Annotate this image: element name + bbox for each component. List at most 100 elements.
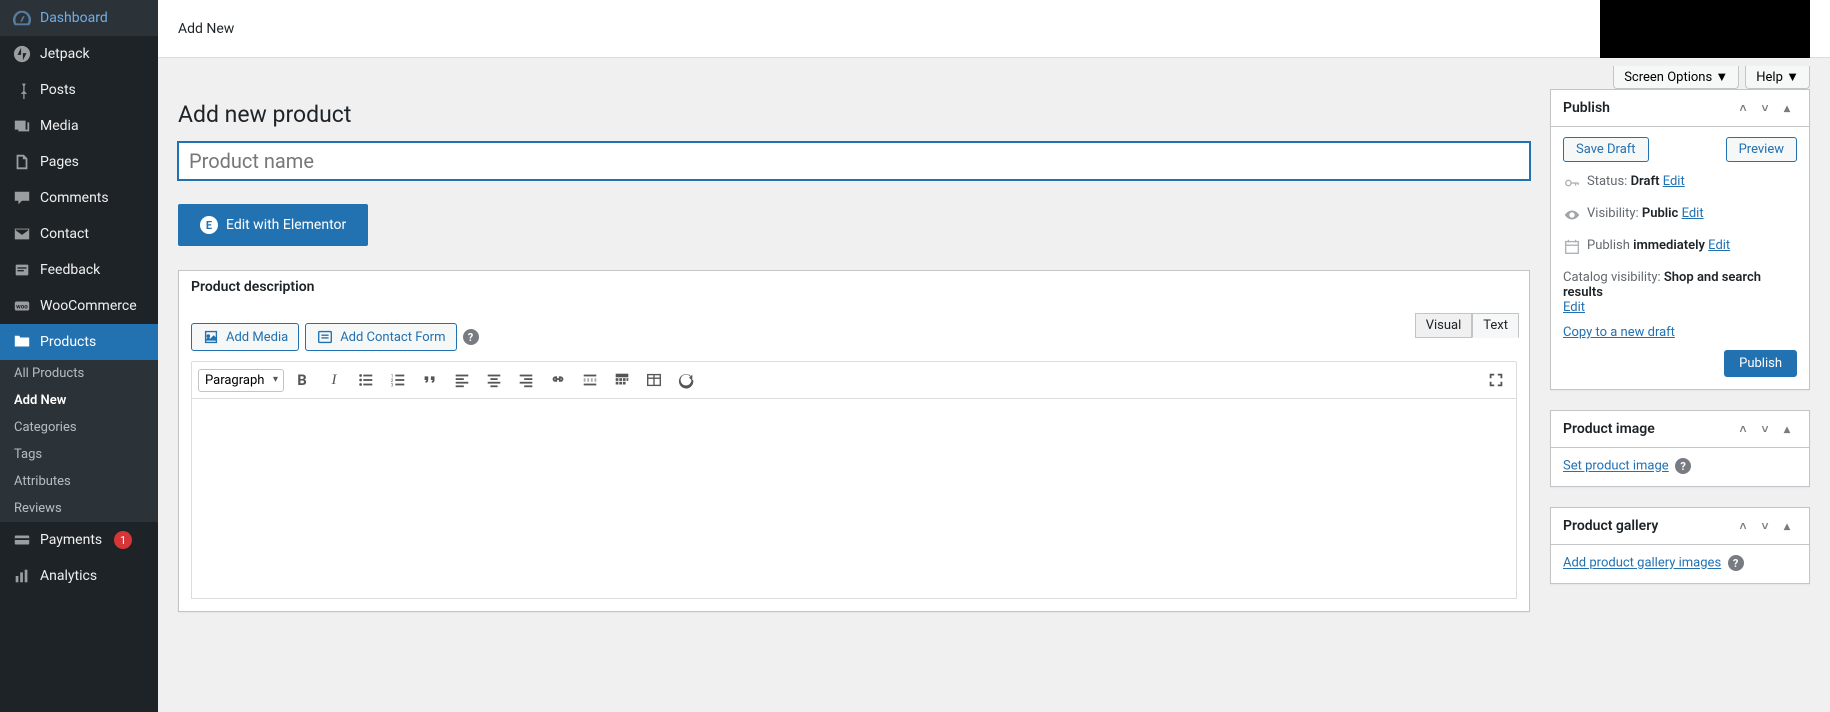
blockquote-button[interactable]	[416, 366, 444, 394]
text-tab[interactable]: Text	[1472, 313, 1519, 338]
sidebar-item-media[interactable]: Media	[0, 108, 158, 144]
help-button[interactable]: Help ▼	[1745, 66, 1810, 89]
elementor-icon: E	[200, 216, 218, 234]
submenu-all-products[interactable]: All Products	[0, 360, 158, 387]
sidebar-item-label: Dashboard	[40, 10, 108, 26]
calendar-icon	[1563, 238, 1579, 260]
format-select[interactable]: Paragraph	[198, 369, 284, 392]
sidebar-item-label: Jetpack	[40, 46, 90, 62]
sidebar-item-label: Media	[40, 118, 79, 134]
sidebar-item-label: Feedback	[40, 262, 100, 278]
panel-collapse-icon[interactable]: ▴	[1777, 419, 1797, 439]
svg-text:3: 3	[391, 382, 394, 388]
eye-icon	[1563, 206, 1579, 228]
jetpack-icon	[12, 44, 32, 64]
table-button[interactable]	[640, 366, 668, 394]
help-icon[interactable]: ?	[1675, 458, 1691, 474]
product-image-box-title: Product image	[1563, 421, 1655, 437]
sidebar-item-dashboard[interactable]: Dashboard	[0, 0, 158, 36]
panel-up-icon[interactable]: ˄	[1733, 419, 1753, 439]
publish-box-title: Publish	[1563, 100, 1610, 116]
sidebar-item-products[interactable]: Products	[0, 324, 158, 360]
panel-up-icon[interactable]: ˄	[1733, 516, 1753, 536]
product-gallery-box: Product gallery ˄ ˅ ▴ Add product galler…	[1550, 507, 1810, 584]
submenu-add-new[interactable]: Add New	[0, 387, 158, 414]
toolbar-toggle-button[interactable]	[608, 366, 636, 394]
refresh-button[interactable]	[672, 366, 700, 394]
header-black-panel	[1600, 0, 1810, 58]
screen-options-button[interactable]: Screen Options ▼	[1613, 66, 1739, 89]
panel-down-icon[interactable]: ˅	[1755, 98, 1775, 118]
numbered-list-button[interactable]: 123	[384, 366, 412, 394]
admin-sidebar: Dashboard Jetpack Posts Media Pages Comm…	[0, 0, 158, 712]
save-draft-button[interactable]: Save Draft	[1563, 137, 1649, 162]
publish-button[interactable]: Publish	[1724, 350, 1797, 377]
bold-button[interactable]: B	[288, 366, 316, 394]
top-header: Add New	[158, 0, 1830, 58]
insert-more-button[interactable]	[576, 366, 604, 394]
comments-icon	[12, 188, 32, 208]
sidebar-item-woocommerce[interactable]: woo WooCommerce	[0, 288, 158, 324]
product-image-box: Product image ˄ ˅ ▴ Set product image ?	[1550, 410, 1810, 487]
sidebar-item-label: Pages	[40, 154, 79, 170]
align-center-button[interactable]	[480, 366, 508, 394]
add-gallery-images-link[interactable]: Add product gallery images	[1563, 556, 1721, 571]
sidebar-item-label: WooCommerce	[40, 298, 137, 314]
feedback-icon	[12, 260, 32, 280]
sidebar-item-label: Posts	[40, 82, 76, 98]
fullscreen-button[interactable]	[1482, 366, 1510, 394]
dashboard-icon	[12, 8, 32, 28]
submenu-tags[interactable]: Tags	[0, 441, 158, 468]
panel-down-icon[interactable]: ˅	[1755, 419, 1775, 439]
visual-tab[interactable]: Visual	[1415, 313, 1473, 338]
submenu-categories[interactable]: Categories	[0, 414, 158, 441]
sidebar-item-label: Contact	[40, 226, 89, 242]
media-icon	[12, 116, 32, 136]
align-left-button[interactable]	[448, 366, 476, 394]
submenu-reviews[interactable]: Reviews	[0, 495, 158, 522]
sidebar-item-contact[interactable]: Contact	[0, 216, 158, 252]
panel-down-icon[interactable]: ˅	[1755, 516, 1775, 536]
align-right-button[interactable]	[512, 366, 540, 394]
help-icon[interactable]: ?	[1728, 555, 1744, 571]
svg-text:woo: woo	[16, 303, 28, 311]
panel-collapse-icon[interactable]: ▴	[1777, 516, 1797, 536]
preview-button[interactable]: Preview	[1726, 137, 1797, 162]
analytics-icon	[12, 566, 32, 586]
payments-icon	[12, 530, 32, 550]
editor-textarea[interactable]	[191, 399, 1517, 599]
submenu-attributes[interactable]: Attributes	[0, 468, 158, 495]
italic-button[interactable]: I	[320, 366, 348, 394]
edit-status-link[interactable]: Edit	[1663, 174, 1685, 189]
editor-toolbar: Paragraph B I 123	[191, 361, 1517, 399]
panel-up-icon[interactable]: ˄	[1733, 98, 1753, 118]
pin-icon	[12, 80, 32, 100]
panel-collapse-icon[interactable]: ▴	[1777, 98, 1797, 118]
edit-catalog-link[interactable]: Edit	[1563, 300, 1585, 315]
add-media-button[interactable]: Add Media	[191, 323, 299, 351]
edit-with-elementor-button[interactable]: E Edit with Elementor	[178, 204, 368, 246]
link-button[interactable]	[544, 366, 572, 394]
pages-icon	[12, 152, 32, 172]
edit-visibility-link[interactable]: Edit	[1682, 206, 1704, 221]
sidebar-item-jetpack[interactable]: Jetpack	[0, 36, 158, 72]
sidebar-item-posts[interactable]: Posts	[0, 72, 158, 108]
help-icon[interactable]: ?	[463, 329, 479, 345]
sidebar-item-pages[interactable]: Pages	[0, 144, 158, 180]
product-name-input[interactable]	[178, 142, 1530, 180]
product-description-box: Product description Visual Text Add Medi…	[178, 270, 1530, 612]
sidebar-item-comments[interactable]: Comments	[0, 180, 158, 216]
product-gallery-box-title: Product gallery	[1563, 518, 1658, 534]
header-add-new: Add New	[178, 21, 234, 37]
bullet-list-button[interactable]	[352, 366, 380, 394]
set-product-image-link[interactable]: Set product image	[1563, 459, 1669, 474]
sidebar-item-payments[interactable]: Payments 1	[0, 522, 158, 558]
add-contact-form-button[interactable]: Add Contact Form	[305, 323, 456, 351]
sidebar-item-label: Analytics	[40, 568, 97, 584]
screen-options-bar: Screen Options ▼ Help ▼	[158, 58, 1830, 89]
edit-publish-date-link[interactable]: Edit	[1708, 238, 1730, 253]
sidebar-item-analytics[interactable]: Analytics	[0, 558, 158, 594]
products-icon	[12, 332, 32, 352]
sidebar-item-feedback[interactable]: Feedback	[0, 252, 158, 288]
copy-to-draft-link[interactable]: Copy to a new draft	[1563, 325, 1675, 340]
